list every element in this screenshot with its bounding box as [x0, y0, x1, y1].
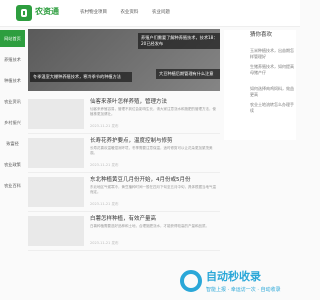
- leftnav-item-4[interactable]: 农业资讯: [0, 93, 25, 110]
- article-meta: 2023-11-21 发布: [90, 241, 119, 245]
- article-title[interactable]: 东北种植黄豆几月份开始，4月份或5月份: [90, 175, 191, 183]
- article-title[interactable]: 白薯怎样种植，有效产量高: [90, 214, 156, 222]
- leftnav-item-7[interactable]: 农业政策: [0, 156, 25, 173]
- article-summary: 白薯种植需要选好品种和土地，合理施肥浇水，才能获得较高的产量和品质。: [90, 224, 209, 228]
- article-title[interactable]: 仙客来茶叶怎样养殖，管理方法: [90, 97, 167, 105]
- watermark-subtext: 智能上报 · 幸运访一次 · 自动收录: [206, 287, 281, 293]
- leftnav-item-2[interactable]: 养殖技术: [0, 51, 25, 68]
- left-nav: 网站首页 养殖技术 种植技术 农业资讯 乡村振兴 致富经 农业政策 农业百科: [0, 30, 25, 198]
- sidebar: 猜你喜欢 玉米种植技术，出苗期怎样管理好 生猪养殖技术，如何提高母猪产仔 如何选…: [224, 30, 296, 140]
- hero-caption-3[interactable]: 冬季温室大棚种养殖技术，寒冷季节的种植方法: [30, 72, 132, 82]
- sidebar-item-3[interactable]: 如何选择肉鸡饲料，效益更高: [250, 86, 296, 98]
- nav-item-1[interactable]: 农村物业项目: [80, 10, 107, 15]
- list-item[interactable]: 长寿花养护要点，温度控制与修剪 长寿花喜欢温暖湿润环境，冬季需要注意保温，适时修…: [28, 134, 220, 173]
- article-summary: 长寿花喜欢温暖湿润环境，冬季需要注意保温，适时修剪可以让花朵更加繁茂美观。: [90, 146, 213, 155]
- watermark-logo-icon: [180, 270, 202, 292]
- sidebar-item-1[interactable]: 玉米种植技术，出苗期怎样管理好: [250, 48, 296, 60]
- top-nav: 农村物业项目 农业资料 农业问题: [80, 9, 182, 15]
- list-item[interactable]: 白薯怎样种植，有效产量高 白薯种植需要选好品种和土地，合理施肥浇水，才能获得较高…: [28, 212, 220, 251]
- watermark: 自动秒收录 智能上报 · 幸运访一次 · 自动收录: [180, 266, 296, 298]
- hero-caption-1[interactable]: 养殖户们需要了解种养殖技术，技术18：20已经发布: [138, 33, 220, 49]
- hero-caption-2[interactable]: 大豆种植后期管理有什么注意: [156, 69, 220, 79]
- brand-name[interactable]: 农资通: [35, 6, 59, 17]
- article-meta: 2023-11-21 发布: [90, 163, 119, 167]
- watermark-text: 自动秒收录: [206, 270, 261, 283]
- nav-item-2[interactable]: 农业资料: [120, 10, 138, 15]
- list-item[interactable]: 仙客来茶叶怎样养殖，管理方法 仙客来养殖容易，管理不到位会影响生长，请大家注意浇…: [28, 95, 220, 134]
- leftnav-item-3[interactable]: 种植技术: [0, 72, 25, 89]
- nav-item-3[interactable]: 农业问题: [152, 10, 170, 15]
- leftnav-item-8[interactable]: 农业百科: [0, 177, 25, 194]
- article-meta: 2023-11-21 发布: [90, 124, 119, 128]
- article-thumbnail[interactable]: [28, 99, 84, 129]
- article-thumbnail[interactable]: [28, 177, 84, 207]
- article-summary: 仙客来养殖容易，管理不到位会影响生长，请大家注意浇水和施肥的管理方法，使植株更加…: [90, 107, 216, 116]
- article-title[interactable]: 长寿花养护要点，温度控制与修剪: [90, 136, 173, 144]
- leftnav-item-5[interactable]: 乡村振兴: [0, 114, 25, 131]
- sidebar-item-2[interactable]: 生猪养殖技术，如何提高母猪产仔: [250, 64, 296, 76]
- leftnav-item-home[interactable]: 网站首页: [0, 30, 25, 47]
- list-item[interactable]: 东北种植黄豆几月份开始，4月份或5月份 东北地区气候寒冷，黄豆播种时间一般在四月…: [28, 173, 220, 212]
- article-list: 仙客来茶叶怎样养殖，管理方法 仙客来养殖容易，管理不到位会影响生长，请大家注意浇…: [28, 95, 220, 251]
- article-meta: 2023-11-21 发布: [90, 202, 119, 206]
- sidebar-title: 猜你喜欢: [250, 32, 273, 38]
- sidebar-item-4[interactable]: 农业土地流转怎么办理手续: [250, 102, 296, 114]
- article-thumbnail[interactable]: [28, 138, 84, 168]
- leftnav-item-6[interactable]: 致富经: [0, 135, 25, 152]
- top-bar: 农资通 农村物业项目 农业资料 农业问题: [0, 0, 300, 27]
- hero-banner[interactable]: 养殖户们需要了解种养殖技术，技术18：20已经发布 大豆种植后期管理有什么注意 …: [28, 29, 220, 91]
- article-summary: 东北地区气候寒冷，黄豆播种时间一般在四月下旬至五月中旬，具体根据当地气温而定。: [90, 185, 216, 194]
- article-thumbnail[interactable]: [28, 216, 84, 246]
- logo-icon[interactable]: [16, 5, 32, 21]
